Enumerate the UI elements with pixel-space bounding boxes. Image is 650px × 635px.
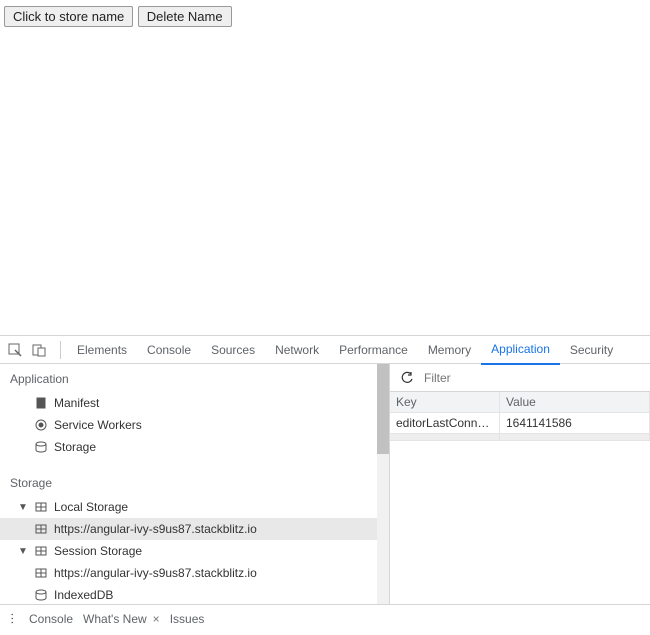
drawer-tab-whatsnew[interactable]: What's New (83, 612, 147, 626)
storage-data-panel: Key Value editorLastConnec... 1641141586 (390, 364, 650, 604)
col-value[interactable]: Value (500, 392, 650, 412)
devtools-panel: Elements Console Sources Network Perform… (0, 335, 650, 632)
tab-application[interactable]: Application (481, 335, 560, 365)
drawer-tabs: ⋯ Console What's New × Issues (0, 604, 650, 632)
sidebar-item-label: IndexedDB (54, 588, 113, 602)
cell-value (500, 434, 650, 440)
store-name-button[interactable]: Click to store name (4, 6, 133, 27)
separator (60, 341, 61, 359)
sidebar-item-label: Storage (54, 440, 96, 454)
tab-network[interactable]: Network (265, 336, 329, 364)
table-icon (34, 544, 48, 558)
chevron-down-icon: ▼ (18, 546, 28, 557)
table-icon (34, 522, 48, 536)
sidebar-item-label: Local Storage (54, 500, 128, 514)
scrollbar-thumb[interactable] (377, 364, 389, 454)
sidebar-item-label: Service Workers (54, 418, 142, 432)
tab-memory[interactable]: Memory (418, 336, 481, 364)
devtools-tabbar: Elements Console Sources Network Perform… (0, 336, 650, 364)
table-icon (34, 566, 48, 580)
sidebar-item-label: https://angular-ivy-s9us87.stackblitz.io (54, 566, 257, 580)
tab-performance[interactable]: Performance (329, 336, 418, 364)
sidebar-item-service-workers[interactable]: Service Workers (0, 414, 377, 436)
close-icon[interactable]: × (153, 612, 160, 626)
tab-sources[interactable]: Sources (201, 336, 265, 364)
section-application-title: Application (0, 364, 377, 392)
sidebar-item-indexeddb[interactable]: IndexedDB (0, 584, 377, 604)
sidebar-item-local-storage-origin[interactable]: https://angular-ivy-s9us87.stackblitz.io (0, 518, 377, 540)
table-header: Key Value (390, 392, 650, 413)
device-toggle-icon[interactable] (30, 341, 48, 359)
database-icon (34, 440, 48, 454)
sidebar-item-label: Session Storage (54, 544, 142, 558)
tab-security[interactable]: Security (560, 336, 623, 364)
tab-elements[interactable]: Elements (67, 336, 137, 364)
col-key[interactable]: Key (390, 392, 500, 412)
chevron-down-icon: ▼ (18, 502, 28, 513)
sidebar-item-label: Manifest (54, 396, 99, 410)
application-sidebar: Application Manifest Service Workers (0, 364, 390, 604)
sidebar-item-label: https://angular-ivy-s9us87.stackblitz.io (54, 522, 257, 536)
sidebar-item-session-storage[interactable]: ▼ Session Storage (0, 540, 377, 562)
drawer-tab-issues[interactable]: Issues (170, 612, 205, 626)
cell-value: 1641141586 (500, 413, 650, 433)
scrollbar-track[interactable] (377, 364, 389, 604)
kebab-icon[interactable]: ⋯ (6, 612, 20, 625)
sidebar-item-local-storage[interactable]: ▼ Local Storage (0, 496, 377, 518)
cell-key: editorLastConnec... (390, 413, 500, 433)
sidebar-item-manifest[interactable]: Manifest (0, 392, 377, 414)
sidebar-item-storage-overview[interactable]: Storage (0, 436, 377, 458)
storage-table: Key Value editorLastConnec... 1641141586 (390, 392, 650, 441)
table-icon (34, 500, 48, 514)
gear-icon (34, 418, 48, 432)
database-icon (34, 588, 48, 602)
filter-input[interactable] (418, 371, 650, 385)
sidebar-item-session-storage-origin[interactable]: https://angular-ivy-s9us87.stackblitz.io (0, 562, 377, 584)
section-storage-title: Storage (0, 458, 377, 496)
table-row-empty[interactable] (390, 434, 650, 441)
storage-toolbar (390, 364, 650, 392)
cell-key (390, 434, 500, 440)
manifest-icon (34, 396, 48, 410)
page-content: Click to store name Delete Name (0, 0, 650, 335)
refresh-icon[interactable] (396, 371, 418, 385)
tab-console[interactable]: Console (137, 336, 201, 364)
delete-name-button[interactable]: Delete Name (138, 6, 232, 27)
drawer-tab-console[interactable]: Console (29, 612, 73, 626)
table-row[interactable]: editorLastConnec... 1641141586 (390, 413, 650, 434)
inspect-icon[interactable] (6, 341, 24, 359)
